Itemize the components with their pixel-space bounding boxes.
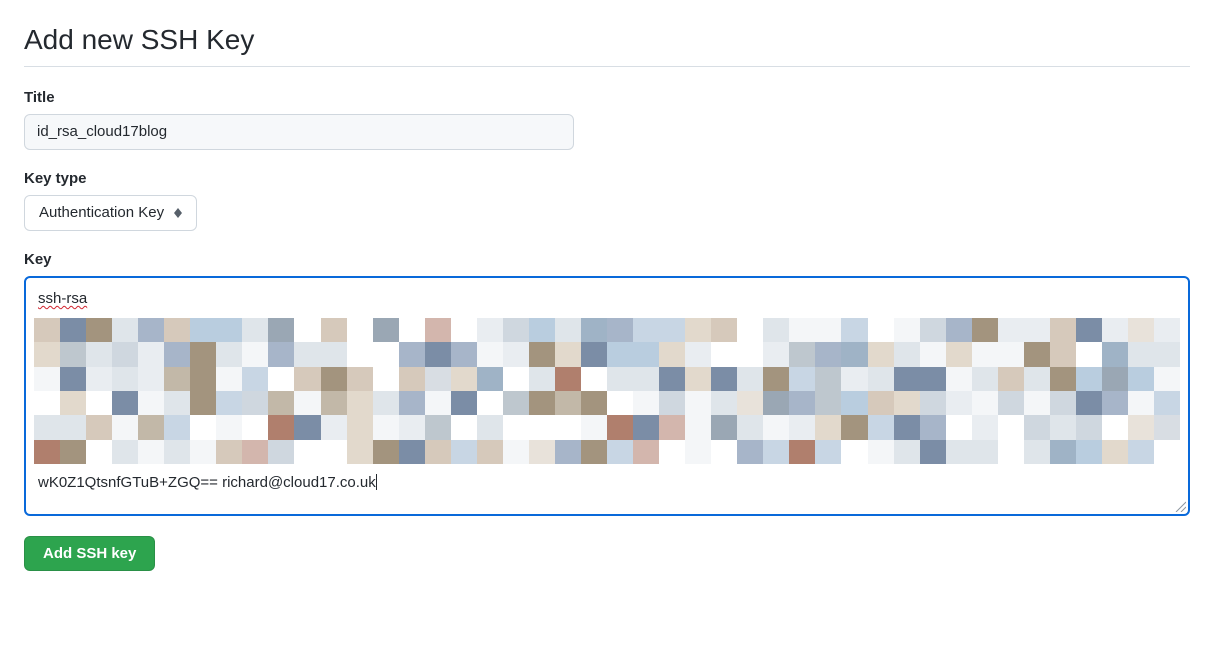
title-label: Title: [24, 89, 1190, 106]
key-group: Key ssh-rsa wK0Z1QtsnfGTuB+ZGQ== richard…: [24, 251, 1190, 516]
select-arrows-icon: [174, 208, 182, 218]
title-input[interactable]: [24, 114, 574, 150]
key-textarea[interactable]: ssh-rsa wK0Z1QtsnfGTuB+ZGQ== richard@clo…: [24, 276, 1190, 516]
redacted-key-region: [34, 318, 1180, 464]
add-ssh-key-button[interactable]: Add SSH key: [24, 536, 155, 571]
keytype-select[interactable]: Authentication Key: [24, 195, 197, 231]
keytype-value: Authentication Key: [39, 202, 164, 224]
key-label: Key: [24, 251, 1190, 268]
resize-handle-icon[interactable]: [1174, 500, 1186, 512]
page-title: Add new SSH Key: [24, 24, 1190, 67]
title-group: Title: [24, 89, 1190, 150]
text-caret: [376, 474, 377, 490]
key-suffix-text: wK0Z1QtsnfGTuB+ZGQ== richard@cloud17.co.…: [38, 472, 377, 495]
key-prefix-text: ssh-rsa: [38, 290, 87, 307]
keytype-label: Key type: [24, 170, 1190, 187]
keytype-group: Key type Authentication Key: [24, 170, 1190, 231]
